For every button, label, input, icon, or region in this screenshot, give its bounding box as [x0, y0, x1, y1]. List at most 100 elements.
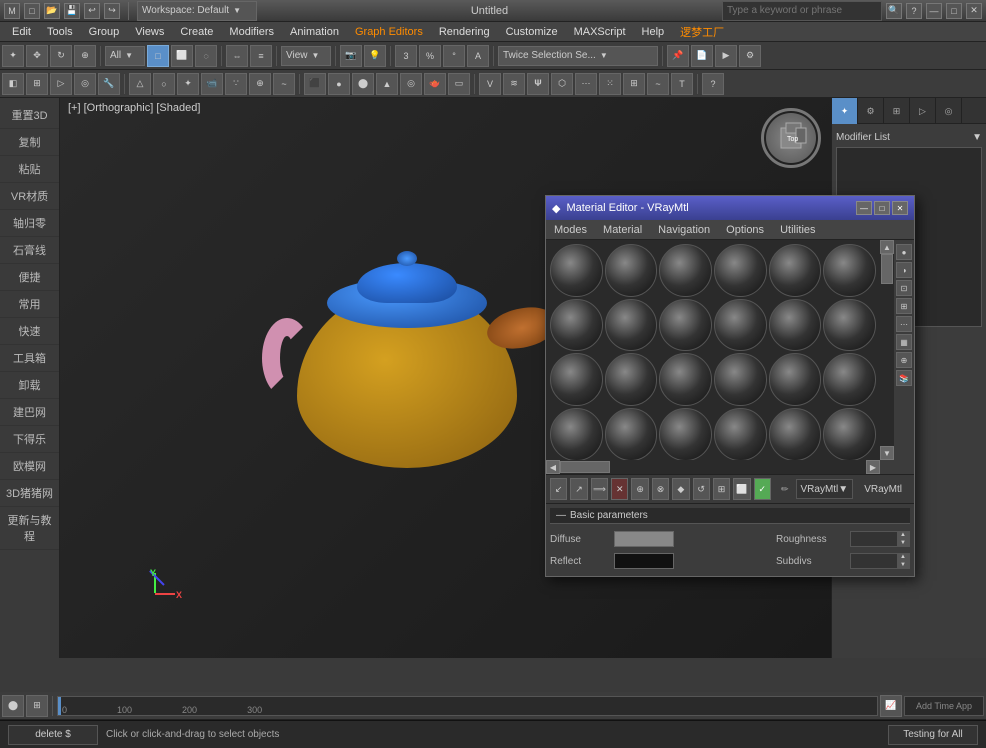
camera2-icon[interactable]: 📹 [201, 73, 223, 95]
side-btn-background[interactable]: ⊞ [896, 298, 912, 314]
hscrollbar-track[interactable] [560, 460, 866, 474]
material-grid-hscrollbar[interactable]: ◀ ▶ [546, 460, 880, 474]
display-icon[interactable]: ◎ [74, 73, 96, 95]
material-ball-14[interactable] [605, 353, 658, 406]
material-ball-9[interactable] [659, 299, 712, 352]
redo-icon[interactable]: ↪ [104, 3, 120, 19]
material-ball-12[interactable] [823, 299, 876, 352]
hscrollbar-left-btn[interactable]: ◀ [546, 460, 560, 474]
material-ball-5[interactable] [769, 244, 822, 297]
render-settings-icon[interactable]: ⚙ [739, 45, 761, 67]
material-ball-15[interactable] [659, 353, 712, 406]
key-filters-btn[interactable]: ⊞ [26, 695, 48, 717]
dialog-minimize-btn[interactable]: — [856, 201, 872, 215]
material-name-dropdown[interactable]: VRayMtl ▼ [796, 479, 854, 499]
filter-dropdown[interactable]: All ▼ [105, 46, 145, 66]
align-icon[interactable]: ≡ [250, 45, 272, 67]
numeric-icon[interactable]: 3 [395, 45, 417, 67]
portal-icon[interactable]: ⊞ [623, 73, 645, 95]
subdivs-down-btn[interactable]: ▼ [897, 561, 909, 569]
side-btn-sample-type[interactable]: ◑ [896, 262, 912, 278]
scale-icon[interactable]: ⊕ [74, 45, 96, 67]
undo-icon[interactable]: ↩ [84, 3, 100, 19]
move-icon[interactable]: ✥ [26, 45, 48, 67]
material-ball-10[interactable] [714, 299, 767, 352]
workspace-dropdown[interactable]: Workspace: Default ▼ [137, 1, 257, 21]
sidebar-item-copy[interactable]: 复制 [0, 129, 59, 156]
layer-icon[interactable]: 📄 [691, 45, 713, 67]
put-material-icon[interactable]: ↗ [570, 478, 587, 500]
minimize-icon[interactable]: — [926, 3, 942, 19]
save-icon[interactable]: 💾 [64, 3, 80, 19]
diffuse-swatch[interactable] [614, 531, 674, 547]
menu-edit[interactable]: Edit [4, 24, 39, 40]
menu-customize[interactable]: Customize [498, 24, 566, 40]
copy-material-icon[interactable]: ⊕ [631, 478, 648, 500]
close-icon[interactable]: ✕ [966, 3, 982, 19]
material-ball-18[interactable] [823, 353, 876, 406]
rpanel-tab-create[interactable]: ✦ [832, 98, 858, 124]
menu-maxscript[interactable]: MAXScript [566, 24, 634, 40]
get-material-icon[interactable]: ↙ [550, 478, 567, 500]
text-icon[interactable]: A [467, 45, 489, 67]
set-key-btn[interactable]: ⬤ [2, 695, 24, 717]
material-ball-22[interactable] [714, 408, 767, 460]
sidebar-item-axisnull[interactable]: 轴归零 [0, 210, 59, 237]
menu-views[interactable]: Views [127, 24, 172, 40]
side-btn-sphere[interactable]: ● [896, 244, 912, 260]
material-ball-17[interactable] [769, 353, 822, 406]
material-ball-24[interactable] [823, 408, 876, 460]
material-ball-20[interactable] [605, 408, 658, 460]
material-ball-4[interactable] [714, 244, 767, 297]
reflect-swatch[interactable] [614, 553, 674, 569]
rpanel-tab-modify[interactable]: ⚙ [858, 98, 884, 124]
percent-icon[interactable]: % [419, 45, 441, 67]
side-btn-mat-lib[interactable]: 📚 [896, 370, 912, 386]
particles-icon[interactable]: ∵ [225, 73, 247, 95]
help2-icon[interactable]: ? [702, 73, 724, 95]
roughness-up-btn[interactable]: ▲ [897, 531, 909, 539]
dialog-menu-navigation[interactable]: Navigation [650, 222, 718, 238]
fur-icon[interactable]: ⋯ [575, 73, 597, 95]
sidebar-item-toolbox[interactable]: 工具箱 [0, 345, 59, 372]
material-ball-6[interactable] [823, 244, 876, 297]
hierarchy-icon[interactable]: ⊞ [26, 73, 48, 95]
render-icon[interactable]: ▶ [715, 45, 737, 67]
nav-cube[interactable]: Top [761, 108, 821, 168]
help-icon[interactable]: ? [906, 3, 922, 19]
menu-tools[interactable]: Tools [39, 24, 81, 40]
lights2-icon[interactable]: ✦ [177, 73, 199, 95]
menu-group[interactable]: Group [81, 24, 128, 40]
spacewarps-icon[interactable]: ~ [273, 73, 295, 95]
select-icon[interactable]: ✦ [2, 45, 24, 67]
region-select-icon[interactable]: ⬜ [171, 45, 193, 67]
lasso-icon[interactable]: ◌ [195, 45, 217, 67]
sidebar-item-common[interactable]: 常用 [0, 291, 59, 318]
selection-dropdown[interactable]: Twice Selection Se... ▼ [498, 46, 658, 66]
material-grid-scrollbar[interactable]: ▲ ▼ [880, 240, 894, 460]
dialog-menu-options[interactable]: Options [718, 222, 772, 238]
scrollbar-track[interactable] [880, 254, 894, 446]
new-icon[interactable]: □ [24, 3, 40, 19]
scrollbar-down-btn[interactable]: ▼ [880, 446, 894, 460]
sidebar-item-vrmtl[interactable]: VR材质 [0, 183, 59, 210]
rpanel-tab-display[interactable]: ◎ [936, 98, 962, 124]
dialog-menu-utilities[interactable]: Utilities [772, 222, 823, 238]
box-icon[interactable]: ⬛ [304, 73, 326, 95]
make-unique-icon[interactable]: ◆ [672, 478, 689, 500]
material-ball-2[interactable] [605, 244, 658, 297]
sidebar-item-unload[interactable]: 卸载 [0, 372, 59, 399]
fog-icon[interactable]: ≋ [503, 73, 525, 95]
camera-icon[interactable]: 📷 [340, 45, 362, 67]
reset-maps-icon[interactable]: ↺ [693, 478, 710, 500]
proxy-icon[interactable]: ⬡ [551, 73, 573, 95]
subdivs-up-btn[interactable]: ▲ [897, 553, 909, 561]
cone-icon[interactable]: ▲ [376, 73, 398, 95]
roughness-spinbox[interactable]: 0.0 ▲ ▼ [850, 531, 910, 547]
vray-icon[interactable]: V [479, 73, 501, 95]
sphere-icon[interactable]: ● [328, 73, 350, 95]
show-map-icon[interactable]: ⊞ [713, 478, 730, 500]
material-ball-11[interactable] [769, 299, 822, 352]
mirror-icon[interactable]: ⇔ [226, 45, 248, 67]
menu-modifiers[interactable]: Modifiers [221, 24, 282, 40]
